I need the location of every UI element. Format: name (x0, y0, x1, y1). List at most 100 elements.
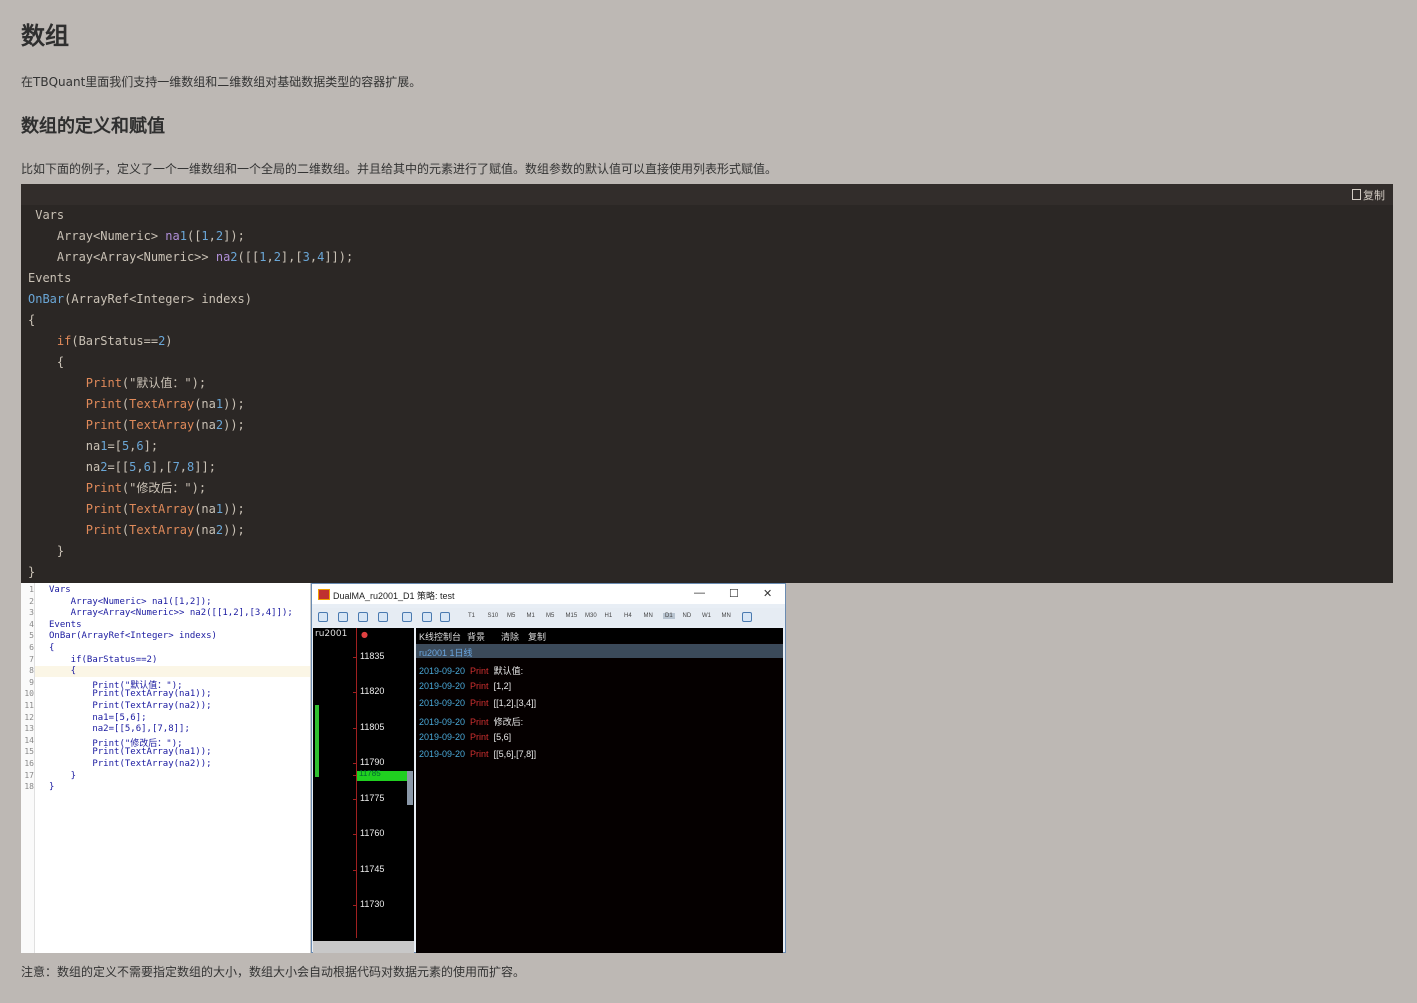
timeframe-button-m5[interactable]: M5 (546, 613, 554, 619)
marker-dot-icon: ● (361, 630, 368, 639)
row-text: [[5,6],[7,8]] (493, 749, 537, 759)
console-row: 2019-09-20 Print 修改后: (419, 715, 523, 728)
timeframe-button-s10[interactable]: S10 (488, 613, 499, 619)
timeframe-button-m5[interactable]: M5 (507, 613, 515, 619)
price-tick-label: 11785 (359, 769, 381, 778)
globe-icon[interactable] (358, 612, 368, 622)
page-title: 数组 (21, 22, 69, 50)
window-title: DualMA_ru2001_D1 策略: test (333, 591, 455, 601)
console-tab[interactable]: 复制 (528, 630, 546, 643)
code-line: Print(TextArray(na2)); (85, 418, 245, 432)
timeframe-button-h4[interactable]: H4 (624, 613, 632, 619)
filter-icon[interactable] (422, 612, 432, 622)
code-line: na1=[5,6]; (28, 439, 159, 453)
timeframe-button-h1[interactable]: H1 (605, 613, 613, 619)
console-selected-row[interactable]: ru2001 1日线 (416, 644, 783, 658)
line-number: 5 (29, 631, 34, 641)
line-number: 11 (24, 701, 34, 710)
table-icon[interactable] (440, 612, 450, 622)
line-number: 8 (29, 666, 34, 676)
editor-line: Array<Array<Numeric>> na2([[1,2],[3,4]])… (49, 608, 293, 619)
timeframe-button-d1[interactable]: D1 (663, 613, 675, 619)
console-row: 2019-09-20 Print [[1,2],[3,4]] (419, 698, 536, 708)
code-line: } (28, 544, 65, 558)
price-axis-line (356, 628, 357, 938)
timeframe-button-m1[interactable]: M1 (527, 613, 535, 619)
timeframe-button-m30[interactable]: M30 (585, 613, 597, 619)
close-button[interactable]: ✕ (763, 587, 772, 600)
row-kind: Print (465, 681, 494, 691)
editor-line: { (49, 643, 55, 653)
console-tab[interactable]: 清除 (501, 630, 519, 643)
selected-row-label: ru2001 1日线 (419, 648, 473, 658)
row-date: 2019-09-20 (419, 666, 466, 676)
price-chart[interactable]: ru2001 ● 11835 11820 11805 11790 11785 11775 1… (313, 628, 414, 953)
price-tick-label: 11790 (360, 757, 385, 767)
price-tick-label: 11835 (360, 651, 385, 661)
code-line: { (28, 313, 36, 327)
row-text: 默认值: (493, 666, 524, 676)
price-tick (353, 834, 357, 835)
maximize-button[interactable]: ☐ (729, 587, 739, 600)
price-tick-label: 11745 (360, 864, 385, 874)
price-tick (353, 728, 357, 729)
code-line: { (28, 355, 65, 369)
line-number: 14 (24, 735, 34, 745)
window-titlebar: DualMA_ru2001_D1 策略: test — ☐ ✕ (312, 584, 785, 604)
timeframe-button-t1[interactable]: T1 (468, 613, 475, 619)
code-toolbar: 复制 (21, 184, 1393, 205)
chart-icon[interactable] (318, 612, 328, 622)
row-kind: Print (465, 717, 494, 727)
editor-line: Vars (49, 585, 71, 595)
scrollbar-thumb[interactable] (407, 771, 413, 805)
timeframe-button-nd[interactable]: ND (683, 613, 692, 619)
line-number: 3 (29, 608, 34, 618)
line-number: 17 (24, 770, 34, 780)
price-tick (353, 657, 357, 658)
line-number: 2 (29, 596, 34, 606)
console-row: 2019-09-20 Print [1,2] (419, 681, 511, 691)
timeframe-button-m15[interactable]: M15 (566, 613, 578, 619)
console-row: 2019-09-20 Print [[5,6],[7,8]] (419, 749, 536, 759)
price-tick (353, 775, 357, 776)
editor-line: Print(TextArray(na1)); (49, 747, 212, 758)
minimize-button[interactable]: — (694, 587, 705, 599)
price-tick (353, 763, 357, 764)
code-line: na2=[[5,6],[7,8]]; (28, 460, 216, 474)
chart-toolbar: T1 S10 M5 M1 M5 M15 M30 H1 H4 MN D1 ND W1 MN (312, 608, 785, 626)
chart-symbol: ru2001 (315, 629, 348, 639)
home-icon[interactable] (338, 612, 348, 622)
timeframe-button-mn[interactable]: MN (722, 613, 731, 619)
price-tick (353, 905, 357, 906)
code-line: Print(TextArray(na1)); (85, 502, 245, 516)
row-text: [[1,2],[3,4]] (493, 698, 537, 708)
line-number: 12 (24, 712, 34, 722)
code-line: } (28, 565, 36, 579)
console-toolbar: K线控制台 背景 清除 复制 (416, 628, 783, 643)
console-tab[interactable]: 背景 (467, 630, 485, 643)
add-indicator-icon[interactable] (742, 612, 752, 622)
row-kind: Print (465, 666, 494, 676)
code-block: 复制 Vars Array<Numeric> na1([1,2]); Array… (21, 184, 1393, 583)
price-tick (353, 799, 357, 800)
tbquant-window: DualMA_ru2001_D1 策略: test — ☐ ✕ T1 S10 M5 M… (311, 583, 786, 953)
price-tick-label: 11775 (360, 793, 385, 803)
row-date: 2019-09-20 (419, 681, 466, 691)
code-line: Array<Numeric> na1([1,2]); (28, 229, 245, 243)
app-icon (318, 589, 330, 600)
bar-chart-icon[interactable] (402, 612, 412, 622)
price-tick (353, 870, 357, 871)
row-text: [1,2] (493, 681, 512, 691)
output-console: K线控制台 背景 清除 复制 ru2001 1日线 2019-09-20 Print … (416, 628, 783, 953)
copy-button[interactable]: 复制 (1352, 187, 1385, 203)
row-date: 2019-09-20 (419, 698, 466, 708)
trend-icon[interactable] (378, 612, 388, 622)
chart-scrollbar[interactable] (313, 941, 414, 953)
code-line: Print("默认值："); (85, 376, 207, 390)
section-title: 数组的定义和赋值 (21, 116, 165, 137)
timeframe-button-w1[interactable]: W1 (702, 613, 711, 619)
timeframe-button-mn[interactable]: MN (644, 613, 653, 619)
console-tab[interactable]: K线控制台 (419, 630, 461, 643)
row-kind: Print (465, 698, 494, 708)
editor-line: Print(TextArray(na2)); (49, 759, 212, 769)
